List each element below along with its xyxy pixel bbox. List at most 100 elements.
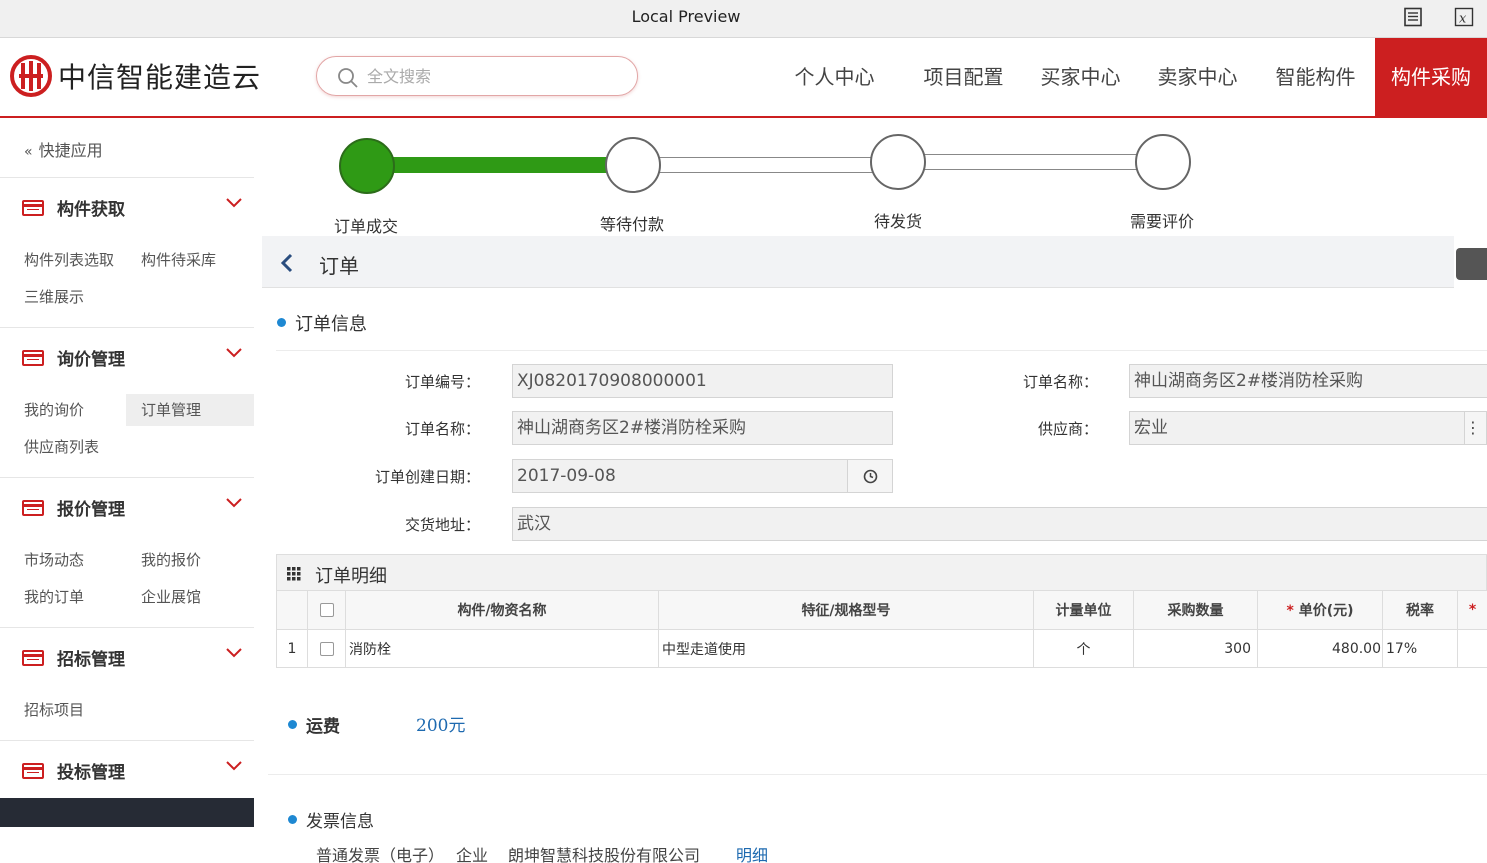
section-title: 招标管理 xyxy=(57,650,125,670)
svg-text:x: x xyxy=(1459,12,1467,27)
required-mark: * xyxy=(1286,603,1294,619)
chevron-down-icon xyxy=(226,198,242,208)
back-arrow-icon[interactable] xyxy=(280,253,294,273)
step-4-circle xyxy=(1135,134,1191,190)
list-icon xyxy=(22,350,44,366)
sidebar: « 快捷应用 构件获取 构件列表选取 构件待采库 三维展示 询价管理 我的询价 订… xyxy=(0,119,254,863)
row-extra xyxy=(1457,629,1487,668)
nav-buyer-center[interactable]: 买家中心 xyxy=(1022,38,1139,116)
double-chevron-left-icon: « xyxy=(24,144,33,160)
order-name-right-label: 订单名称： xyxy=(1022,373,1098,391)
order-name-right-field[interactable]: 神山湖商务区2#楼消防栓采购 xyxy=(1129,364,1487,398)
sidebar-item-market-news[interactable]: 市场动态 xyxy=(0,544,126,576)
page-title: 订单 xyxy=(319,254,359,278)
row-name: 消防栓 xyxy=(345,629,659,668)
step-2-circle xyxy=(605,137,661,193)
step-4-label: 需要评价 xyxy=(1130,212,1195,231)
step-3-label: 待发货 xyxy=(874,212,923,231)
sidebar-item-pending-library[interactable]: 构件待采库 xyxy=(126,244,254,276)
col-unit: 计量单位 xyxy=(1033,590,1134,630)
col-price-label: 单价(元) xyxy=(1298,603,1354,619)
section-component-acquire[interactable]: 构件获取 xyxy=(0,177,254,227)
logo[interactable]: 中信智能建造云 xyxy=(10,55,261,97)
freight-value: 200元 xyxy=(416,716,466,736)
order-detail-title: 订单明细 xyxy=(315,566,387,587)
col-extra: * xyxy=(1457,590,1487,630)
invoice-title: 发票信息 xyxy=(288,807,374,832)
nav-project-config[interactable]: 项目配置 xyxy=(905,38,1022,116)
invoice-kind: 企业 xyxy=(456,846,489,863)
row-unit: 个 xyxy=(1033,629,1134,668)
search-input[interactable] xyxy=(367,65,617,87)
col-name: 构件/物资名称 xyxy=(345,590,659,630)
search-icon xyxy=(338,68,358,88)
sidebar-item-tender-projects[interactable]: 招标项目 xyxy=(0,694,126,726)
sidebar-item-my-quotes[interactable]: 我的报价 xyxy=(126,544,254,576)
nav-personal-center[interactable]: 个人中心 xyxy=(776,38,893,116)
search-box[interactable] xyxy=(316,56,638,96)
citic-logo-icon xyxy=(10,55,52,97)
order-header-bar: 订单 xyxy=(262,236,1454,288)
list-icon xyxy=(22,650,44,666)
col-spec: 特征/规格型号 xyxy=(658,590,1034,630)
step-connector-2 xyxy=(659,157,873,173)
order-items-table: 构件/物资名称 特征/规格型号 计量单位 采购数量 * 单价(元) 税率 * 1… xyxy=(276,590,1487,668)
list-icon xyxy=(22,200,44,216)
date-picker-button[interactable] xyxy=(847,459,893,493)
side-tab-handle[interactable] xyxy=(1456,248,1487,280)
window-title: Local Preview xyxy=(631,7,741,26)
nav-seller-center[interactable]: 卖家中心 xyxy=(1139,38,1256,116)
sidebar-item-my-orders[interactable]: 我的订单 xyxy=(0,581,126,613)
row-select xyxy=(307,629,346,668)
col-select xyxy=(307,590,346,630)
section-quote-management[interactable]: 报价管理 xyxy=(0,477,254,527)
step-2-label: 等待付款 xyxy=(600,215,665,234)
reader-icon[interactable] xyxy=(1403,7,1423,27)
section-title: 询价管理 xyxy=(57,350,125,370)
logo-text: 中信智能建造云 xyxy=(58,61,262,94)
sidebar-item-company-showroom[interactable]: 企业展馆 xyxy=(126,581,254,613)
chevron-down-icon xyxy=(226,498,242,508)
row-qty: 300 xyxy=(1133,629,1258,668)
section-title: 构件获取 xyxy=(57,200,125,220)
divider xyxy=(268,774,1487,775)
invoice-detail-link[interactable]: 明细 xyxy=(736,842,768,863)
table-row[interactable]: 1 消防栓 中型走道使用 个 300 480.00 17% xyxy=(276,629,1487,668)
address-label: 交货地址： xyxy=(404,516,480,534)
sidebar-item-component-list[interactable]: 构件列表选取 xyxy=(0,244,126,276)
supplier-field[interactable]: 宏业 xyxy=(1129,411,1465,445)
nav-component-purchase[interactable]: 构件采购 xyxy=(1375,38,1487,116)
order-name-field[interactable]: 神山湖商务区2#楼消防栓采购 xyxy=(512,411,893,445)
date-field[interactable]: 2017-09-08 xyxy=(512,459,848,493)
table-header-row: 构件/物资名称 特征/规格型号 计量单位 采购数量 * 单价(元) 税率 * xyxy=(276,590,1487,630)
row-checkbox[interactable] xyxy=(319,641,334,656)
formula-icon[interactable]: x xyxy=(1454,7,1474,27)
select-all-checkbox[interactable] xyxy=(319,603,334,617)
supplier-label: 供应商： xyxy=(1037,420,1098,438)
invoice-company: 朗坤智慧科技股份有限公司 xyxy=(508,846,701,863)
quick-apps-label: 快捷应用 xyxy=(38,141,103,160)
sidebar-item-my-inquiry[interactable]: 我的询价 xyxy=(0,394,126,426)
section-bid-management[interactable]: 投标管理 xyxy=(0,740,254,790)
order-no-field[interactable]: XJ0820170908000001 xyxy=(512,364,893,398)
section-inquiry-management[interactable]: 询价管理 xyxy=(0,327,254,377)
sidebar-item-order-management[interactable]: 订单管理 xyxy=(126,394,254,426)
step-connector-3 xyxy=(924,154,1138,170)
step-3-circle xyxy=(870,134,926,190)
order-name-label: 订单名称： xyxy=(404,420,480,438)
freight-label: 运费 xyxy=(288,712,340,737)
section-title: 投标管理 xyxy=(57,763,125,783)
row-price: 480.00 xyxy=(1257,629,1383,668)
list-icon xyxy=(22,763,44,779)
divider xyxy=(276,350,1487,351)
supplier-picker-icon[interactable]: ⋮⋮ xyxy=(1464,411,1487,445)
sidebar-footer xyxy=(0,798,254,827)
section-tender-management[interactable]: 招标管理 xyxy=(0,627,254,677)
grid-icon xyxy=(287,567,301,581)
sidebar-item-supplier-list[interactable]: 供应商列表 xyxy=(0,431,126,463)
address-field[interactable]: 武汉 xyxy=(512,507,1487,541)
quick-apps[interactable]: « 快捷应用 xyxy=(24,137,103,161)
sidebar-item-3d-view[interactable]: 三维展示 xyxy=(0,281,126,313)
invoice-type: 普通发票（电子） xyxy=(316,846,445,863)
nav-smart-components[interactable]: 智能构件 xyxy=(1257,38,1374,116)
